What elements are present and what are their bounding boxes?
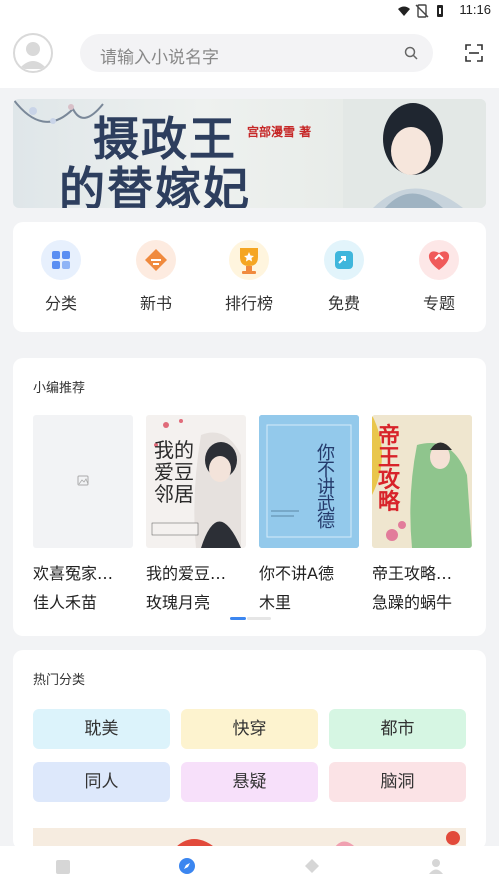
- section-title: 小编推荐: [33, 381, 86, 396]
- indicator-inactive: [247, 617, 271, 620]
- nav-label: 排行榜: [224, 294, 273, 313]
- category-tag[interactable]: 悬疑: [181, 762, 318, 802]
- nav-item-free[interactable]: 免费: [309, 240, 379, 314]
- book-title: 帝王攻略…: [372, 564, 453, 583]
- category-tag[interactable]: 同人: [33, 762, 170, 802]
- nav-label: 免费: [327, 294, 360, 313]
- category-icon: [41, 240, 81, 280]
- search-input[interactable]: 请输入小说名字: [100, 43, 219, 68]
- status-bar: 11:16: [0, 0, 499, 22]
- book-title: 我的爱豆…: [146, 564, 227, 583]
- book-card[interactable]: 欢喜冤家… 佳人禾苗: [33, 415, 133, 613]
- quick-nav: 分类 新书 排行榜 免费 专题: [13, 222, 486, 332]
- trophy-icon: [229, 240, 269, 280]
- category-tag[interactable]: 耽美: [33, 709, 170, 749]
- scan-icon[interactable]: [465, 44, 483, 62]
- book-card[interactable]: 我的爱豆邻居 我的爱豆… 玫瑰月亮: [146, 415, 246, 613]
- cover-title: 我的爱豆邻居: [154, 438, 194, 506]
- cover-title: 帝王攻略: [378, 423, 401, 515]
- bottom-tab-bar: [0, 846, 499, 888]
- banner-title-line2: 的替嫁妃: [59, 162, 251, 208]
- new-book-icon: [136, 240, 176, 280]
- nav-item-new-books[interactable]: 新书: [121, 240, 191, 314]
- nav-item-ranking[interactable]: 排行榜: [214, 240, 284, 314]
- category-tag[interactable]: 脑洞: [329, 762, 466, 802]
- nav-label: 分类: [44, 294, 77, 313]
- category-tab-icon[interactable]: [302, 856, 322, 876]
- book-author: 木里: [259, 593, 292, 612]
- avatar[interactable]: [13, 33, 53, 73]
- nav-item-category[interactable]: 分类: [26, 240, 96, 314]
- book-title: 你不讲A德: [259, 564, 334, 583]
- nav-item-topics[interactable]: 专题: [404, 240, 474, 314]
- status-time: 11:16: [459, 2, 491, 17]
- book-cover-placeholder: [33, 415, 133, 548]
- book-author: 玫瑰月亮: [146, 593, 211, 612]
- nav-label: 专题: [422, 294, 455, 313]
- wifi-icon: [398, 6, 410, 16]
- book-cover: 你不讲武德: [259, 415, 359, 548]
- book-card[interactable]: 帝王攻略 帝王攻略… 急躁的蜗牛: [372, 415, 472, 613]
- promo-banner[interactable]: 摄政王 的替嫁妃 宫部漫雪 著: [13, 99, 486, 208]
- search-icon[interactable]: [404, 46, 418, 60]
- book-title: 欢喜冤家…: [33, 564, 114, 583]
- image-placeholder-icon: [77, 475, 89, 486]
- battery-icon: [437, 5, 443, 17]
- book-cover: 我的爱豆邻居: [146, 415, 246, 548]
- section-title: 热门分类: [33, 673, 86, 688]
- book-author: 急躁的蜗牛: [372, 593, 453, 612]
- category-tag[interactable]: 都市: [329, 709, 466, 749]
- search-box[interactable]: 请输入小说名字: [80, 34, 433, 72]
- nav-label: 新书: [139, 294, 172, 313]
- user-avatar-icon: [19, 42, 47, 69]
- book-cover: 帝王攻略: [372, 415, 472, 548]
- profile-icon[interactable]: [426, 856, 446, 876]
- category-tag[interactable]: 快穿: [181, 709, 318, 749]
- carousel-indicator: [230, 617, 271, 620]
- free-icon: [324, 240, 364, 280]
- banner-author-seal: 宫部漫雪 著: [247, 125, 312, 139]
- book-author: 佳人禾苗: [33, 593, 98, 612]
- bookshelf-icon[interactable]: [53, 856, 73, 876]
- indicator-active: [230, 617, 246, 620]
- cover-title: 你不讲武德: [317, 443, 335, 532]
- no-sim-icon: [415, 4, 429, 18]
- discover-icon[interactable]: [177, 856, 197, 876]
- status-icons: [397, 4, 447, 18]
- hot-categories-section: 热门分类 耽美 快穿 都市 同人 悬疑 脑洞: [13, 650, 486, 850]
- top-header: 请输入小说名字: [0, 22, 499, 88]
- topic-icon: [419, 240, 459, 280]
- editor-recommend-section: 小编推荐 欢喜冤家… 佳人禾苗 我的爱豆邻居 我的爱豆… 玫瑰月亮 你不讲武德 …: [13, 358, 486, 636]
- book-card[interactable]: 你不讲武德 你不讲A德 木里: [259, 415, 359, 613]
